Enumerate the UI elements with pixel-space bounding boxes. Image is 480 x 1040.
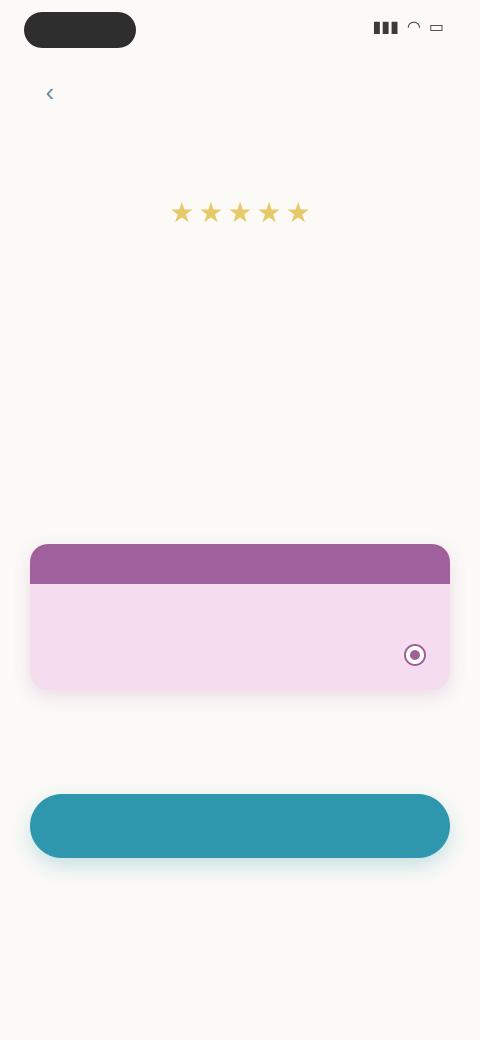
plan-banner: [30, 544, 450, 584]
signal-icon: ▮▮▮: [372, 19, 399, 36]
star-icon: ★: [169, 197, 195, 228]
star-icon: ★: [198, 197, 224, 228]
plan-body: [30, 584, 450, 666]
battery-icon: ▭: [428, 19, 444, 36]
star-icon: ★: [256, 197, 282, 228]
wifi-icon: ◠: [406, 19, 421, 36]
status-pill: [24, 12, 136, 48]
star-rating: ★ ★ ★ ★ ★: [40, 198, 440, 228]
hero-section: ★ ★ ★ ★ ★: [40, 140, 440, 254]
plan-radio-selected[interactable]: [404, 644, 426, 666]
status-icons: ▮▮▮ ◠ ▭: [372, 18, 444, 38]
star-icon: ★: [285, 197, 311, 228]
continue-button[interactable]: [30, 794, 450, 858]
alternative-plan-row[interactable]: [30, 710, 450, 758]
selected-plan-card[interactable]: [30, 544, 450, 690]
chevron-left-icon: ‹: [45, 76, 55, 107]
status-bar: ▮▮▮ ◠ ▭: [0, 0, 480, 60]
back-button[interactable]: ‹: [28, 70, 72, 114]
paywall-screen: ▮▮▮ ◠ ▭ ‹ ★ ★ ★ ★ ★: [0, 0, 480, 1040]
star-icon: ★: [227, 197, 253, 228]
